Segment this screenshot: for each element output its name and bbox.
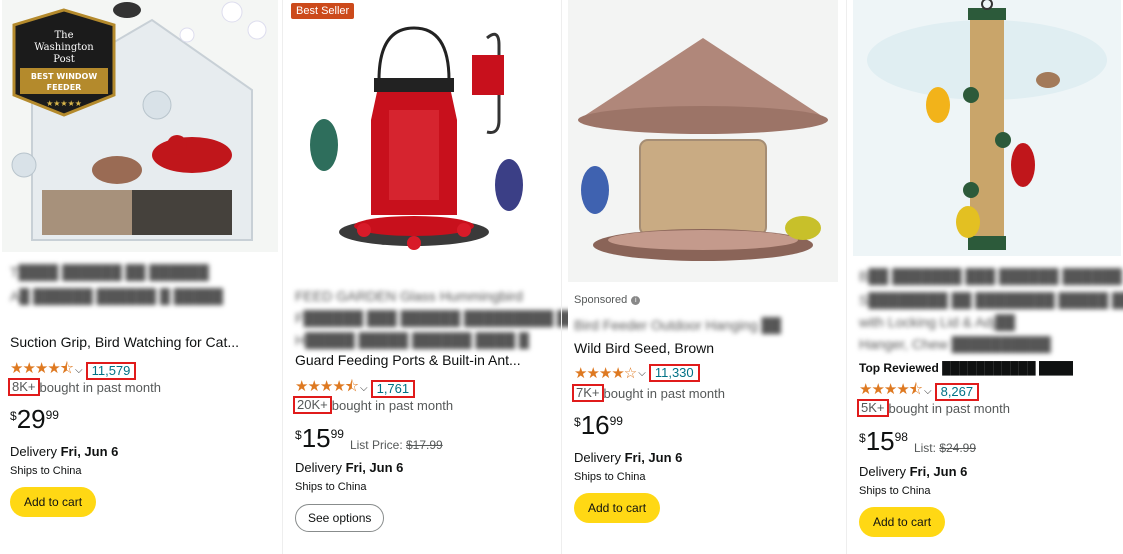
price[interactable]: $ 29 99 [10,405,59,433]
price[interactable]: $ 15 99 List Price: $17.99 [295,424,443,452]
delivery-date: Fri, Jun 6 [345,460,404,475]
product-card-1[interactable]: The Washington Post BEST WINDOW FEEDER ★… [2,0,278,554]
ships-to: Ships to China [10,465,82,477]
top-reviewed-label: Top Reviewed ███████████ ████ [859,361,1073,375]
price-fraction: 99 [609,414,623,428]
price[interactable]: $ 15 98 List: $24.99 [859,427,976,455]
ships-to: Ships to China [574,471,646,483]
bought-in-past-month: 7K+ bought in past month [572,384,725,402]
rating-count-link[interactable]: 8,267 [934,382,980,401]
logo-stars: ★★★★★ [46,99,82,108]
chevron-down-icon[interactable]: ⌵ [75,365,83,376]
delivery-label: Delivery [859,464,906,479]
bought-count-badge: 5K+ [857,399,889,417]
price-currency: $ [859,431,866,445]
bought-text: bought in past month [331,397,454,413]
list-price: List: $24.99 [913,441,977,455]
add-to-cart-button[interactable]: Add to cart [574,493,661,523]
price-whole: 15 [301,423,331,453]
bought-text: bought in past month [603,385,725,401]
product-image[interactable]: The Washington Post BEST WINDOW FEEDER ★… [2,0,278,252]
product-title-line[interactable]: FEED GARDEN Glass Hummingbird [295,286,523,306]
price-currency: $ [295,428,302,442]
chevron-down-icon[interactable]: ⌵ [360,383,368,394]
product-image[interactable]: Best Seller [289,0,555,275]
delivery-date: Fri, Jun 6 [60,444,119,459]
product-title-line[interactable]: T████ ██████ ██ ██████ [10,262,209,282]
see-options-button[interactable]: See options [295,504,385,532]
logo-line-3: Post [53,54,75,65]
bought-count-badge: 20K+ [293,396,332,414]
bought-in-past-month: 5K+ bought in past month [857,399,1010,417]
product-card-4[interactable]: B██ ███████ ███ ██████ ██████ S████████ … [853,0,1123,554]
price-currency: $ [10,409,17,423]
rating-count-link[interactable]: 1,761 [370,379,416,398]
price-whole: 16 [580,410,610,440]
rating-count-link[interactable]: 11,579 [85,361,137,380]
product-title-line[interactable]: B██ ███████ ███ ██████ ██████ [859,266,1122,286]
price-fraction: 99 [45,408,59,422]
product-title-line[interactable]: Suction Grip, Bird Watching for Cat... [10,332,272,352]
delivery-info: Delivery Fri, Jun 6 [574,450,682,465]
bought-text: bought in past month [39,379,161,395]
card-divider [282,0,283,554]
star-rating-icon[interactable]: ★★★★☆ [574,364,637,382]
product-title-line[interactable]: Hanger, Chew ██████████ [859,334,1051,354]
tube-feeder-illustration [853,0,1121,256]
price-fraction: 98 [894,430,908,444]
sponsored-label: Sponsored i [574,294,641,306]
card-divider [846,0,847,554]
rating-row: ★★★★☆ ⌵ 11,330 [574,364,700,382]
delivery-label: Delivery [574,450,621,465]
bought-in-past-month: 8K+ bought in past month [8,378,161,396]
bought-text: bought in past month [888,400,1010,416]
product-title-line[interactable]: S████████ ██ ████████ █████ ████ [859,290,1123,310]
rating-count-link[interactable]: 11,330 [648,364,700,382]
logo-line-5: FEEDER [47,83,82,92]
info-icon[interactable]: i [631,295,641,305]
delivery-label: Delivery [295,460,342,475]
chevron-down-icon[interactable]: ⌵ [924,386,932,397]
product-title-line[interactable]: Bird Feeder Outdoor Hanging ██ [574,315,781,335]
price-currency: $ [574,415,581,429]
product-title-line[interactable]: Guard Feeding Ports & Built-in Ant... [295,350,551,370]
delivery-date: Fri, Jun 6 [909,464,968,479]
delivery-date: Fri, Jun 6 [624,450,683,465]
product-image[interactable] [568,0,838,282]
price[interactable]: $ 16 99 [574,411,623,439]
gazebo-feeder-illustration [568,0,838,282]
logo-line-1: The [54,30,73,41]
card-divider [561,0,562,554]
delivery-info: Delivery Fri, Jun 6 [859,464,967,479]
price-whole: 15 [865,426,895,456]
ships-to: Ships to China [859,485,931,497]
chevron-down-icon[interactable]: ⌵ [638,368,646,379]
logo-line-2: Washington [34,42,94,53]
bought-in-past-month: 20K+ bought in past month [293,396,453,414]
product-card-3[interactable]: Sponsored i Bird Feeder Outdoor Hanging … [568,0,840,554]
bought-count-badge: 8K+ [8,378,40,396]
logo-line-4: BEST WINDOW [31,72,98,81]
product-title-line[interactable]: H█████ █████ ██████ ████ █ [295,330,529,350]
ships-to: Ships to China [295,481,367,493]
product-title-line[interactable]: Wild Bird Seed, Brown [574,338,714,358]
window-feeder-illustration: The Washington Post BEST WINDOW FEEDER ★… [2,0,278,252]
hummingbird-feeder-illustration [289,0,555,275]
delivery-label: Delivery [10,444,57,459]
price-fraction: 99 [330,427,344,441]
product-card-2[interactable]: Best Seller FEED GARDEN Glass Hummingbir… [289,0,601,554]
best-seller-badge: Best Seller [291,3,355,19]
add-to-cart-button[interactable]: Add to cart [10,487,97,517]
product-title-line[interactable]: F██████ ███ ██████ █████████ ██ ██ [295,308,601,328]
product-image[interactable] [853,0,1121,256]
product-title-line[interactable]: with Locking Lid & Adj██ [859,312,1015,332]
sponsored-text: Sponsored [574,294,628,306]
price-whole: 29 [16,404,46,434]
product-title-line[interactable]: A█ ██████ ██████ █ █████ [10,286,223,306]
list-price: List Price: $17.99 [349,438,443,452]
delivery-info: Delivery Fri, Jun 6 [10,444,118,459]
bought-count-badge: 7K+ [572,384,604,402]
add-to-cart-button[interactable]: Add to cart [859,507,946,537]
delivery-info: Delivery Fri, Jun 6 [295,460,403,475]
